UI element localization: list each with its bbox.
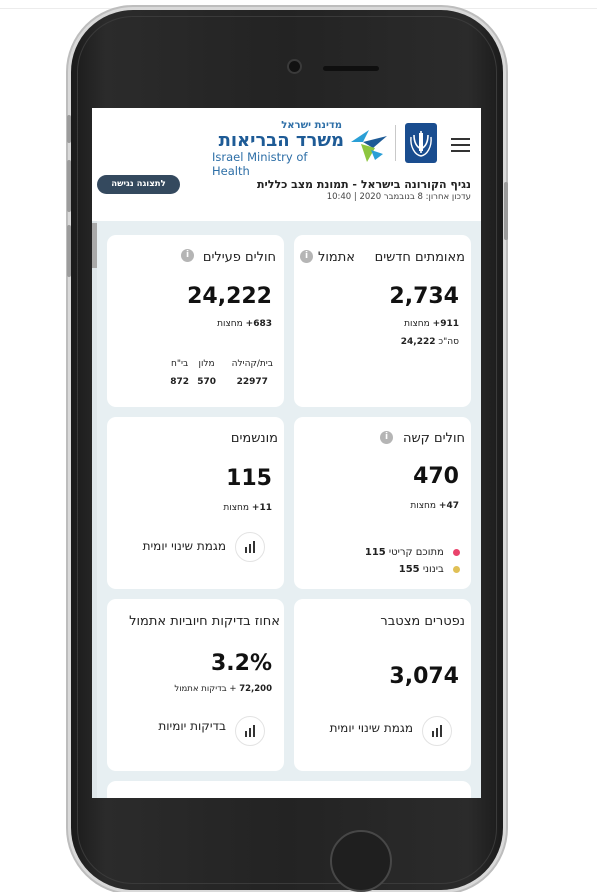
card-positive-rate: אחוז בדיקות חיוביות אתמול 3.2% 72,200 + … (107, 599, 284, 771)
page-top-divider (0, 8, 597, 9)
bar-chart-icon (245, 725, 255, 737)
legend-label: מתוכם קריטי (388, 547, 444, 558)
card-title: מונשמים (230, 431, 278, 446)
info-icon[interactable]: i (181, 249, 194, 262)
card-next-partial (107, 781, 471, 798)
card-ventilated: מונשמים 115 +11 מחצות מגמת שינוי יומית (107, 417, 284, 589)
total-value: 24,222 (400, 337, 436, 347)
daily-tests-chart-button[interactable] (235, 716, 265, 746)
mute-switch (67, 115, 71, 143)
card-value: 24,222 (187, 284, 272, 309)
split-label: מלון (198, 359, 215, 369)
logo-divider (395, 125, 396, 161)
card-title: חולים פעילים (202, 250, 276, 265)
site-header: מדינת ישראל משרד הבריאות Israel Ministry… (92, 108, 481, 221)
logo-ministry-hebrew: משרד הבריאות (218, 130, 344, 151)
trend-chart-button[interactable] (235, 532, 265, 562)
phone-screen: מדינת ישראל משרד הבריאות Israel Ministry… (92, 108, 481, 798)
split-label: בית/קהילה (231, 359, 273, 369)
card-value: 115 (226, 466, 272, 491)
split-label: בי"ח (170, 359, 189, 369)
power-button (504, 182, 508, 240)
state-emblem-icon (405, 123, 437, 163)
card-delta: +47 מחצות (410, 501, 459, 511)
delta-value: +911 (432, 319, 459, 329)
scrollbar-track[interactable] (92, 221, 97, 798)
card-active-patients: חולים פעילים i 24,222 +683 מחצות בית/קהי… (107, 235, 284, 407)
trend-chart-label[interactable]: מגמת שינוי יומית (143, 539, 226, 553)
scrollbar-thumb[interactable] (92, 223, 97, 268)
tests-value: 72,200 (239, 684, 272, 694)
legend-critical: מתוכם קריטי 115 (365, 547, 460, 558)
split-hospital: בי"ח 872 (170, 359, 189, 387)
split-value: 872 (170, 377, 189, 387)
info-icon[interactable]: i (380, 431, 393, 444)
last-updated: עדכון אחרון: 8 בנובמבר 2020 | 10:40 (326, 192, 471, 202)
card-title-suffix: אתמול (318, 250, 355, 265)
card-title: אחוז בדיקות חיוביות אתמול (129, 614, 280, 629)
accessible-view-button[interactable]: לתצוגה נגישה (97, 175, 180, 194)
logo-ministry-english: Israel Ministry of Health (212, 150, 308, 178)
trend-chart-button[interactable] (422, 716, 452, 746)
volume-up-button (67, 160, 71, 212)
card-new-confirmed: מאומתים חדשים אתמול i 2,734 +911 מחצות ס… (294, 235, 471, 407)
earpiece-speaker (323, 66, 379, 71)
split-home: בית/קהילה 22977 (232, 359, 273, 387)
hamburger-menu-icon[interactable] (451, 138, 470, 152)
card-deceased: נפטרים מצטבר 3,074 מגמת שינוי יומית (294, 599, 471, 771)
daily-tests-label[interactable]: בדיקות יומיות (158, 719, 226, 733)
delta-label: מחצות (410, 501, 437, 511)
legend-moderate: בינוני 155 (399, 564, 460, 575)
card-value: 3.2% (210, 651, 272, 676)
trend-chart-label[interactable]: מגמת שינוי יומית (330, 721, 413, 735)
critical-dot-icon (453, 548, 460, 556)
card-delta: +911 מחצות (404, 319, 459, 329)
card-delta: +11 מחצות (223, 503, 272, 513)
bar-chart-icon (245, 541, 255, 553)
delta-value: +47 (438, 501, 459, 511)
total-label: סה"כ (438, 337, 459, 347)
split-hotel: מלון 570 (197, 359, 216, 387)
card-title: חולים קשה (402, 431, 465, 446)
card-total: סה"כ 24,222 (401, 337, 459, 347)
ministry-logo-icon (351, 130, 387, 162)
card-title: נפטרים מצטבר (380, 614, 465, 629)
card-tests: 72,200 + בדיקות אתמול (174, 684, 272, 694)
delta-value: +683 (245, 319, 272, 329)
delta-value: +11 (251, 503, 272, 513)
card-delta: +683 מחצות (217, 319, 272, 329)
moderate-dot-icon (453, 565, 460, 573)
card-title: מאומתים חדשים (374, 250, 465, 265)
home-button[interactable] (330, 830, 392, 892)
card-value: 470 (413, 464, 459, 489)
legend-value: 115 (364, 547, 386, 558)
delta-label: מחצות (404, 319, 430, 329)
card-value: 3,074 (389, 664, 459, 689)
delta-label: מחצות (223, 503, 250, 513)
front-camera (289, 61, 300, 72)
legend-label: בינוני (422, 564, 444, 575)
legend-value: 155 (398, 564, 420, 575)
split-value: 570 (197, 377, 216, 387)
split-value: 22977 (236, 377, 268, 387)
volume-down-button (67, 225, 71, 277)
card-value: 2,734 (389, 284, 459, 309)
bar-chart-icon (432, 725, 442, 737)
info-icon[interactable]: i (300, 250, 313, 263)
page-title: נגיף הקורונה בישראל - תמונת מצב כללית (257, 178, 471, 191)
tests-label: + בדיקות אתמול (174, 684, 237, 694)
delta-label: מחצות (217, 319, 243, 329)
card-serious-patients: חולים קשה i 470 +47 מחצות מתוכם קריטי 11… (294, 417, 471, 589)
